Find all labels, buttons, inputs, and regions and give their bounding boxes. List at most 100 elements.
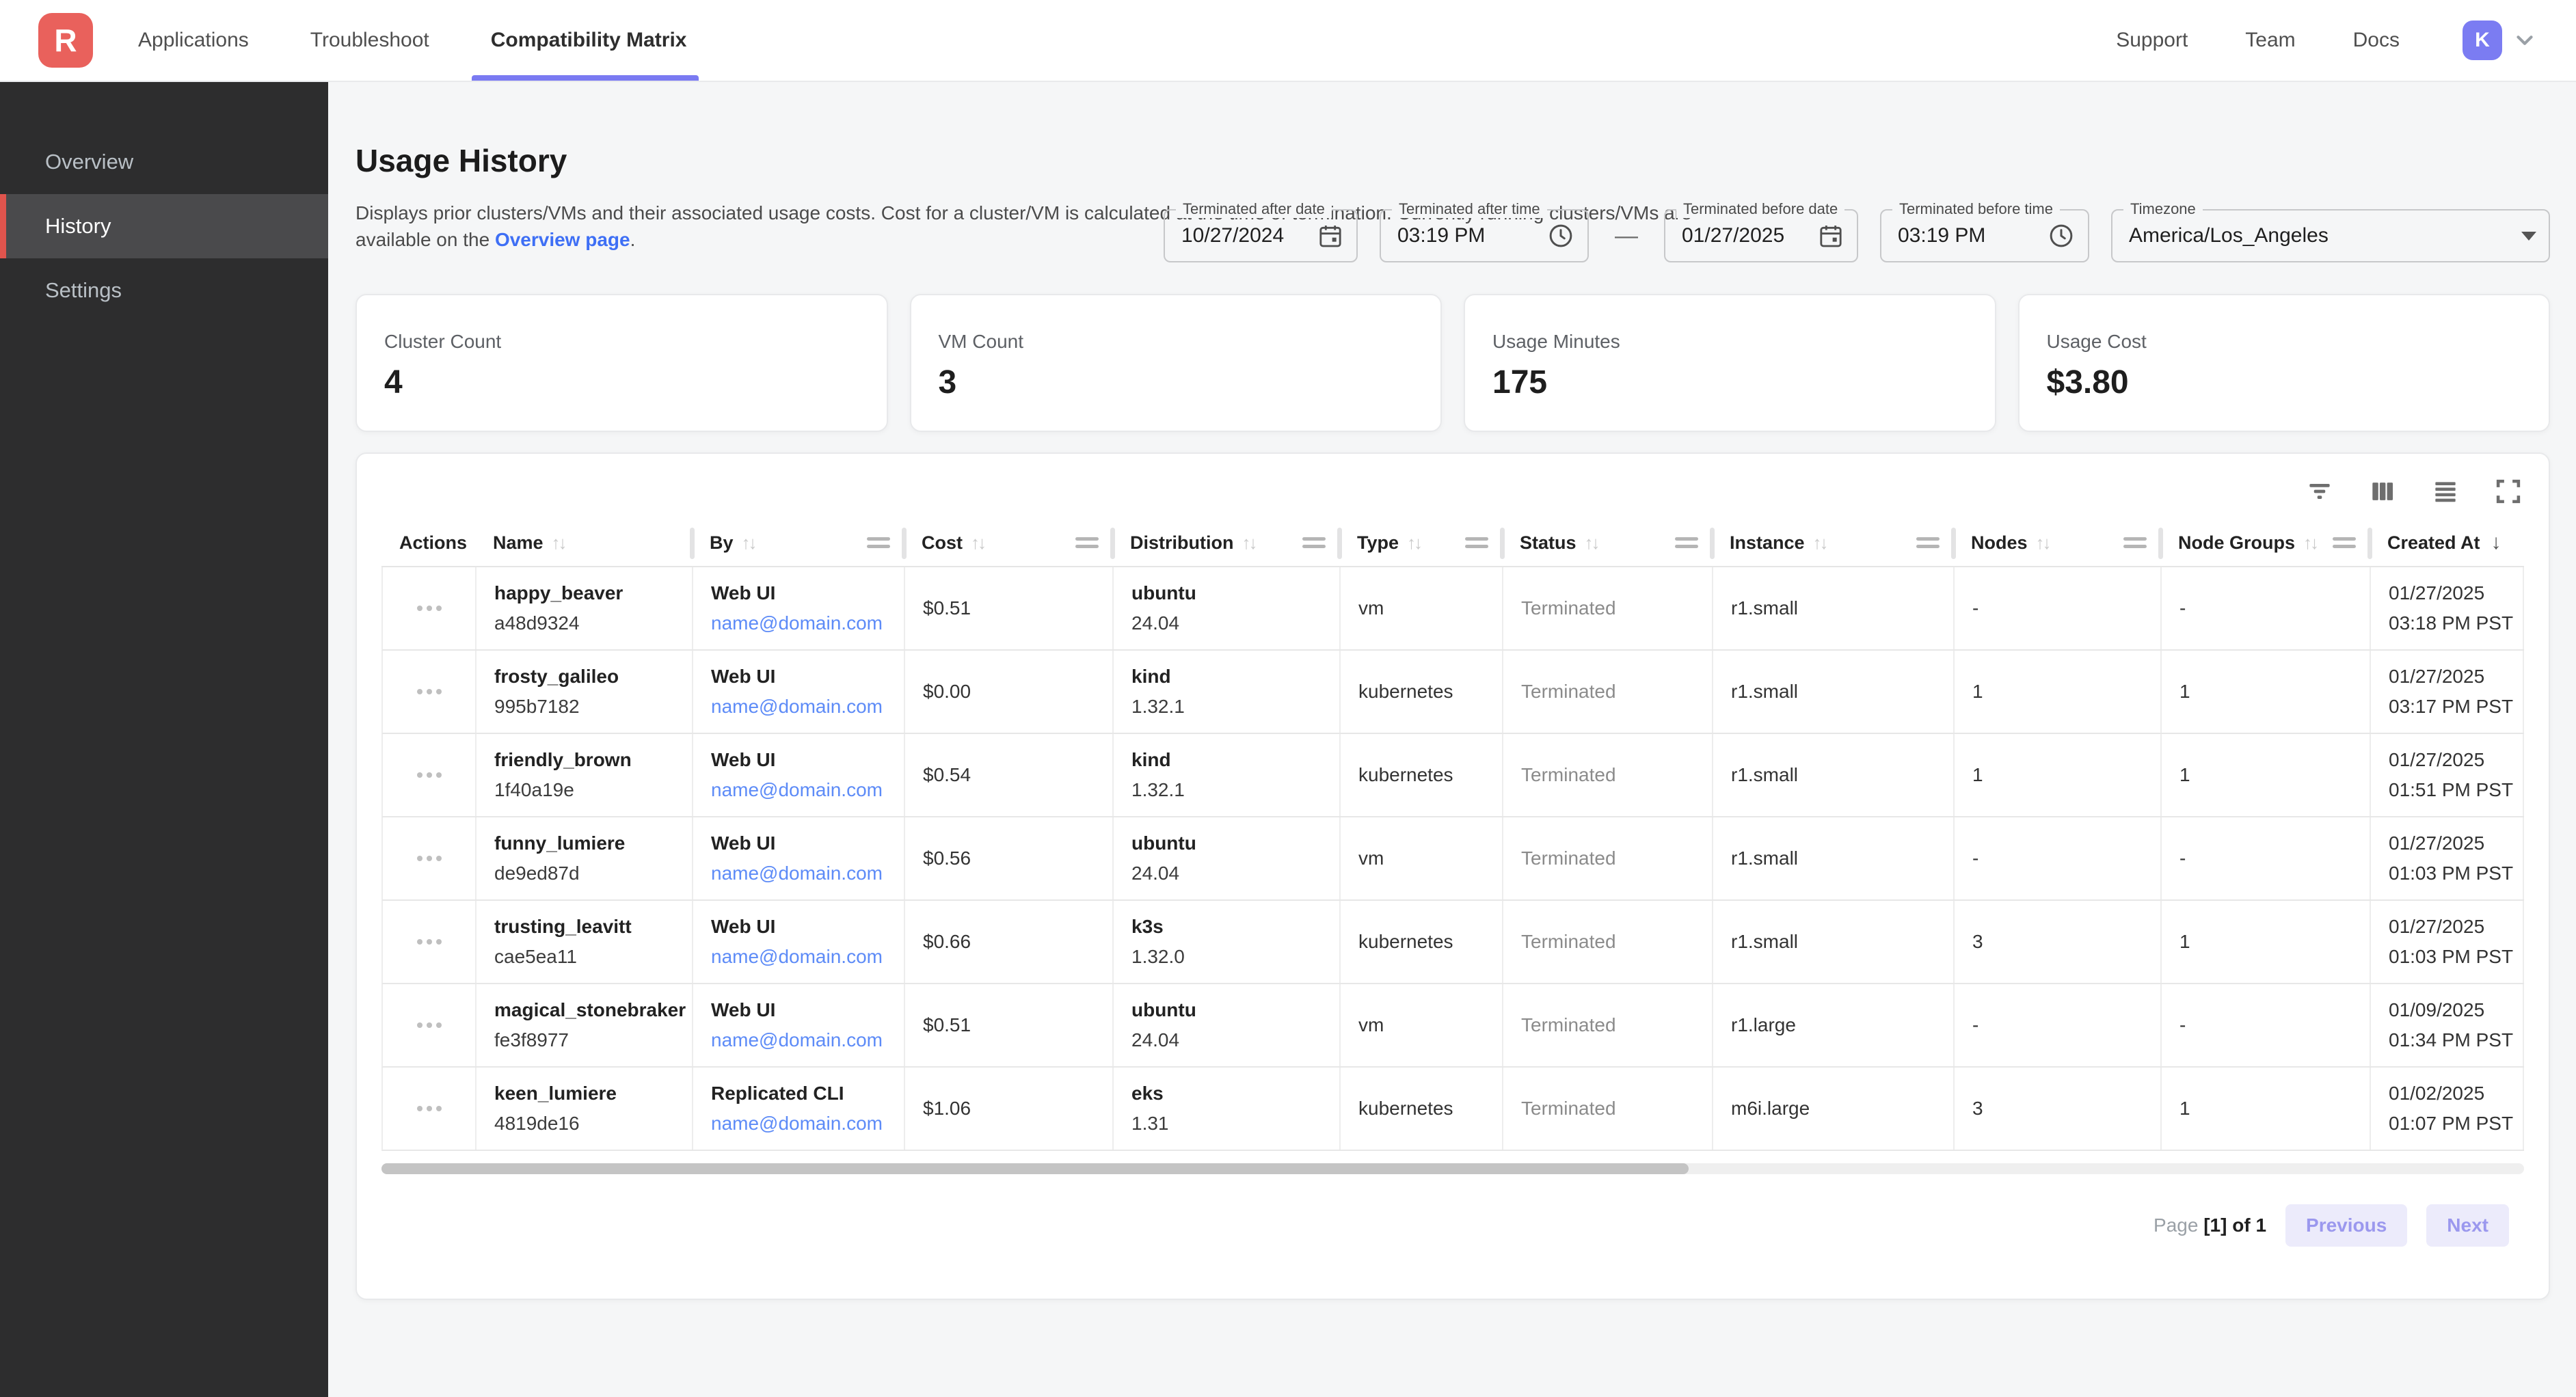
type-cell: kubernetes	[1341, 1068, 1503, 1150]
more-actions-icon[interactable]	[410, 1016, 448, 1035]
sort-desc-icon[interactable]: ↓	[2491, 531, 2501, 554]
sort-arrows-icon[interactable]: ↑↓	[742, 532, 755, 554]
created-by-email-link[interactable]: name@domain.com	[711, 1029, 904, 1051]
calendar-icon[interactable]	[1317, 222, 1344, 249]
nav-link-docs[interactable]: Docs	[2353, 29, 2400, 52]
node-groups-value: 1	[2179, 931, 2370, 953]
node-groups-cell: 1	[2162, 734, 2371, 816]
table-row: funny_lumiere de9ed87d Web UI name@domai…	[381, 817, 2524, 901]
column-menu-icon[interactable]	[2123, 537, 2147, 548]
nav-item-troubleshoot[interactable]: Troubleshoot	[308, 0, 432, 81]
next-page-button[interactable]: Next	[2426, 1204, 2509, 1247]
sidebar-item-history[interactable]: History	[0, 194, 328, 258]
created-date: 01/02/2025	[2389, 1083, 2523, 1104]
nav-link-support[interactable]: Support	[2116, 29, 2188, 52]
instance-value: m6i.large	[1731, 1098, 1953, 1120]
nodes-cell: -	[1955, 817, 2162, 899]
table-row: magical_stonebraker fe3f8977 Web UI name…	[381, 984, 2524, 1068]
nav-link-team[interactable]: Team	[2245, 29, 2295, 52]
terminated-before-date-field[interactable]: Terminated before date 01/27/2025	[1664, 209, 1858, 262]
more-actions-icon[interactable]	[410, 849, 448, 868]
sidebar-item-settings[interactable]: Settings	[0, 258, 328, 323]
sort-arrows-icon[interactable]: ↑↓	[2303, 532, 2317, 554]
column-header[interactable]: Instance ↑↓	[1712, 519, 1953, 566]
nodes-cell: 1	[1955, 651, 2162, 733]
name-cell: funny_lumiere de9ed87d	[477, 817, 693, 899]
nav-item-applications[interactable]: Applications	[135, 0, 252, 81]
created-by-email-link[interactable]: name@domain.com	[711, 696, 904, 718]
column-header[interactable]: Distribution ↑↓	[1112, 519, 1339, 566]
distribution-name: ubuntu	[1131, 999, 1339, 1021]
created-by-email-link[interactable]: name@domain.com	[711, 863, 904, 884]
more-actions-icon[interactable]	[410, 765, 448, 785]
column-header[interactable]: Node Groups ↑↓	[2160, 519, 2370, 566]
node-groups-value: 1	[2179, 764, 2370, 786]
created-at-cell: 01/02/2025 01:07 PM PST	[2371, 1068, 2524, 1150]
column-menu-icon[interactable]	[1916, 537, 1940, 548]
column-menu-icon[interactable]	[1302, 537, 1326, 548]
terminated-before-time-field[interactable]: Terminated before time 03:19 PM	[1880, 209, 2089, 262]
column-header[interactable]: Nodes ↑↓	[1953, 519, 2160, 566]
by-cell: Replicated CLI name@domain.com	[693, 1068, 905, 1150]
horizontal-scrollbar-thumb[interactable]	[381, 1163, 1689, 1174]
created-by-email-link[interactable]: name@domain.com	[711, 779, 904, 801]
sidebar-item-overview[interactable]: Overview	[0, 130, 328, 194]
instance-cell: r1.small	[1713, 901, 1955, 983]
filter-icon[interactable]	[2304, 476, 2335, 507]
created-by-email-link[interactable]: name@domain.com	[711, 612, 904, 634]
instance-value: r1.small	[1731, 764, 1953, 786]
column-header[interactable]: Type ↑↓	[1339, 519, 1502, 566]
clock-icon[interactable]	[1546, 221, 1575, 250]
created-by-email-link[interactable]: name@domain.com	[711, 1113, 904, 1135]
columns-icon[interactable]	[2367, 476, 2398, 507]
node-groups-value: 1	[2179, 1098, 2370, 1120]
cluster-id: fe3f8977	[494, 1029, 692, 1051]
column-menu-icon[interactable]	[867, 537, 890, 548]
clock-icon[interactable]	[2047, 221, 2076, 250]
more-actions-icon[interactable]	[410, 682, 448, 701]
more-actions-icon[interactable]	[410, 932, 448, 951]
more-actions-icon[interactable]	[410, 1099, 448, 1118]
cluster-id: 4819de16	[494, 1113, 692, 1135]
column-header[interactable]: Actions	[381, 519, 475, 566]
column-header[interactable]: Status ↑↓	[1502, 519, 1712, 566]
timezone-select[interactable]: Timezone America/Los_Angeles	[2111, 209, 2550, 262]
created-by-email-link[interactable]: name@domain.com	[711, 946, 904, 968]
overview-page-link[interactable]: Overview page	[495, 229, 630, 250]
density-icon[interactable]	[2430, 476, 2461, 507]
column-header[interactable]: Name ↑↓	[475, 519, 692, 566]
column-header[interactable]: Cost ↑↓	[904, 519, 1112, 566]
sort-arrows-icon[interactable]: ↑↓	[971, 532, 984, 554]
sort-arrows-icon[interactable]: ↑↓	[552, 532, 565, 554]
column-header[interactable]: By ↑↓	[692, 519, 904, 566]
column-menu-icon[interactable]	[2333, 537, 2356, 548]
distribution-name: ubuntu	[1131, 832, 1339, 854]
avatar[interactable]: K	[2463, 21, 2502, 60]
type-value: vm	[1358, 1014, 1502, 1036]
actions-cell	[383, 651, 477, 733]
cost-value: $0.51	[923, 1014, 1112, 1036]
column-header[interactable]: Created At ↓	[2370, 519, 2524, 566]
sort-arrows-icon[interactable]: ↑↓	[1407, 532, 1421, 554]
column-menu-icon[interactable]	[1075, 537, 1099, 548]
brand-logo[interactable]: R	[38, 13, 93, 68]
horizontal-scrollbar-track[interactable]	[381, 1163, 2524, 1174]
terminated-after-date-field[interactable]: Terminated after date 10/27/2024	[1164, 209, 1358, 262]
status-badge: Terminated	[1521, 847, 1712, 869]
sort-arrows-icon[interactable]: ↑↓	[1813, 532, 1827, 554]
sort-arrows-icon[interactable]: ↑↓	[2036, 532, 2050, 554]
sort-arrows-icon[interactable]: ↑↓	[1242, 532, 1255, 554]
terminated-after-time-field[interactable]: Terminated after time 03:19 PM	[1380, 209, 1589, 262]
chevron-down-icon[interactable]	[2512, 27, 2538, 53]
column-menu-icon[interactable]	[1465, 537, 1488, 548]
fullscreen-icon[interactable]	[2493, 476, 2524, 507]
distribution-cell: eks 1.31	[1114, 1068, 1341, 1150]
column-menu-icon[interactable]	[1675, 537, 1698, 548]
previous-page-button[interactable]: Previous	[2285, 1204, 2407, 1247]
nav-item-compatibility-matrix[interactable]: Compatibility Matrix	[488, 0, 690, 81]
sort-arrows-icon[interactable]: ↑↓	[1585, 532, 1598, 554]
account-menu[interactable]: K	[2463, 21, 2538, 60]
calendar-icon[interactable]	[1817, 222, 1844, 249]
more-actions-icon[interactable]	[410, 599, 448, 618]
status-cell: Terminated	[1503, 651, 1713, 733]
